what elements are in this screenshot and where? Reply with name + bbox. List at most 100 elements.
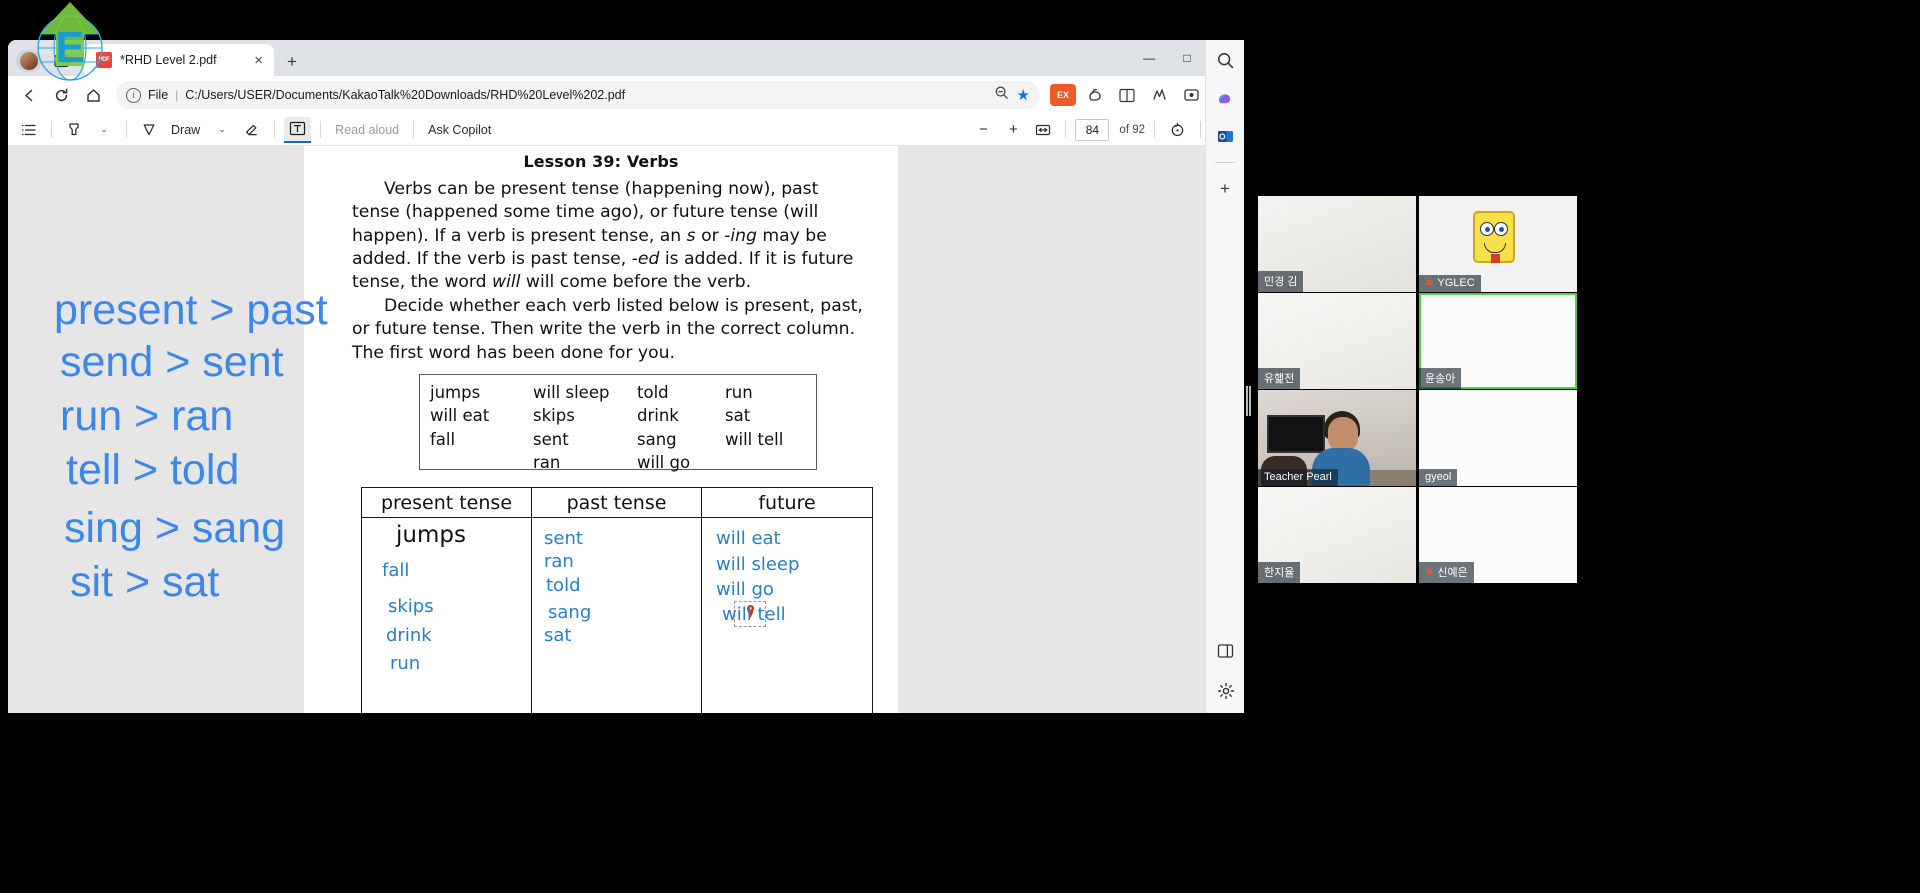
extension-button[interactable]: EX (1048, 80, 1078, 110)
refresh-icon[interactable] (46, 80, 76, 110)
ink-annotation-line[interactable]: present > past (54, 286, 328, 335)
draw-button[interactable]: Draw (166, 117, 205, 143)
ink-annotation-line[interactable]: sit > sat (70, 558, 219, 607)
participant-name-tag: 한지율 (1258, 562, 1301, 583)
table-answer-word[interactable]: will go (716, 579, 774, 600)
highlighter-icon[interactable] (61, 117, 87, 143)
emphasized-text: will (492, 272, 521, 293)
ink-annotation-line[interactable]: send > sent (60, 338, 284, 387)
highlighter-dropdown[interactable]: ⌄ (91, 117, 117, 143)
spongebob-mouth (1483, 243, 1506, 254)
home-icon[interactable] (78, 80, 108, 110)
word-bank-item[interactable]: fall (430, 428, 489, 451)
table-answer-word[interactable]: skips (388, 596, 434, 617)
participant-name: 신예은 (1437, 567, 1468, 579)
word-bank-item[interactable]: sang (637, 428, 690, 451)
word-bank-item[interactable]: sat (725, 404, 783, 427)
table-answer-word[interactable]: drink (386, 625, 432, 646)
panel-drag-handle[interactable] (1246, 386, 1252, 416)
participant-tile[interactable]: ✖ 신예은 (1419, 487, 1577, 583)
word-bank-item[interactable]: jumps (430, 381, 489, 404)
participant-tile[interactable]: Teacher Pearl (1258, 390, 1416, 486)
pdf-file-icon: PDF (96, 52, 112, 68)
pdf-viewer[interactable]: present > past send > sent run > ran tel… (8, 146, 1244, 713)
zoom-out-button[interactable]: − (970, 117, 996, 143)
ask-copilot-button[interactable]: Ask Copilot (423, 117, 496, 143)
table-answer-word[interactable]: sang (548, 602, 591, 623)
column-header-past: past tense (532, 488, 701, 518)
star-filled-icon[interactable]: ★ (1017, 86, 1030, 104)
word-bank-grid: jumps will eat fall will sleep skips sent ran… (420, 375, 816, 472)
person-head (1327, 416, 1358, 451)
table-answer-word[interactable]: will sleep (716, 554, 799, 575)
word-bank-item[interactable]: will go (637, 451, 690, 474)
search-icon[interactable] (1211, 46, 1239, 74)
word-bank-item[interactable]: drink (637, 404, 690, 427)
rotate-icon[interactable] (1164, 117, 1191, 143)
add-text-icon[interactable] (284, 116, 312, 143)
back-arrow-icon[interactable] (14, 80, 44, 110)
participant-grid: 🔇 민경 김 ✖ YGLEC 유햁전 (1254, 196, 1878, 583)
column-header-future: future (702, 488, 872, 518)
participant-tile[interactable]: 한지율 (1258, 487, 1416, 583)
table-answer-word[interactable]: run (390, 653, 420, 674)
new-tab-button[interactable]: + (278, 48, 306, 76)
ink-annotation-line[interactable]: run > ran (60, 392, 233, 441)
word-bank-item[interactable]: sent (533, 428, 609, 451)
word-bank-item[interactable]: will eat (430, 404, 489, 427)
outlook-icon[interactable]: O (1211, 122, 1239, 150)
table-answer-word[interactable]: fall (382, 560, 409, 581)
fit-to-page-icon[interactable] (1030, 117, 1056, 143)
participant-tile-active[interactable]: 윤송아 (1419, 293, 1577, 389)
minimize-button[interactable]: — (1130, 43, 1168, 73)
maximize-button[interactable]: □ (1168, 43, 1206, 73)
participant-tile[interactable]: 유햁전 (1258, 293, 1416, 389)
eraser-icon[interactable] (239, 117, 265, 143)
table-answer-word[interactable]: told (546, 575, 581, 596)
table-answer-word[interactable]: will tell (722, 604, 786, 625)
browser-tab[interactable]: PDF *RHD Level 2.pdf × (84, 44, 274, 76)
zoom-in-button[interactable]: + (1000, 117, 1026, 143)
pen-icon[interactable] (136, 117, 162, 143)
draw-dropdown[interactable]: ⌄ (209, 117, 235, 143)
table-of-contents-icon[interactable] (16, 117, 42, 143)
participant-tile[interactable]: 🔇 민경 김 (1258, 196, 1416, 292)
close-tab-button[interactable]: × (251, 53, 266, 68)
collections-icon[interactable] (1144, 80, 1174, 110)
add-sidebar-app-button[interactable]: + (1211, 175, 1239, 203)
body-text: or (695, 225, 725, 246)
url-scheme-label: File (148, 88, 169, 102)
participant-name: 유햁전 (1264, 373, 1295, 385)
profile-button[interactable] (16, 50, 42, 72)
copilot-icon[interactable] (1211, 84, 1239, 112)
zoom-out-page-icon[interactable] (994, 85, 1009, 105)
info-icon[interactable]: i (126, 87, 141, 103)
copilot-icon[interactable] (1080, 80, 1110, 110)
table-answer-word[interactable]: sent (544, 528, 583, 549)
table-answer-word[interactable]: jumps (396, 522, 466, 548)
profile-avatar-icon (20, 52, 38, 70)
page-number-input[interactable]: 84 (1075, 118, 1110, 141)
word-bank-column-2: will sleep skips sent ran (533, 381, 609, 475)
read-aloud-button[interactable]: Read aloud (330, 117, 404, 143)
ink-annotation-line[interactable]: tell > told (66, 446, 239, 495)
participant-tile[interactable]: ✖ YGLEC (1419, 196, 1577, 292)
url-text[interactable]: C:/Users/USER/Documents/KakaoTalk%20Down… (185, 88, 986, 102)
address-bar[interactable]: i File | C:/Users/USER/Documents/KakaoTa… (116, 81, 1040, 109)
split-screen-icon[interactable] (48, 50, 74, 72)
word-bank-item[interactable]: run (725, 381, 783, 404)
table-answer-word[interactable]: will eat (716, 528, 781, 549)
word-bank-item[interactable]: ran (533, 451, 609, 474)
word-bank-item[interactable]: skips (533, 404, 609, 427)
word-bank-item[interactable]: told (637, 381, 690, 404)
table-answer-word[interactable]: ran (544, 551, 574, 572)
word-bank-item[interactable]: will tell (725, 428, 783, 451)
browser-essentials-icon[interactable] (1176, 80, 1206, 110)
split-screen-icon-sidebar[interactable] (1212, 637, 1240, 665)
gear-icon[interactable] (1212, 677, 1240, 705)
split-screen-icon-nav[interactable] (1112, 80, 1142, 110)
table-answer-word[interactable]: sat (544, 625, 571, 646)
ink-annotation-line[interactable]: sing > sang (64, 504, 285, 553)
participant-tile[interactable]: gyeol (1419, 390, 1577, 486)
word-bank-item[interactable]: will sleep (533, 381, 609, 404)
